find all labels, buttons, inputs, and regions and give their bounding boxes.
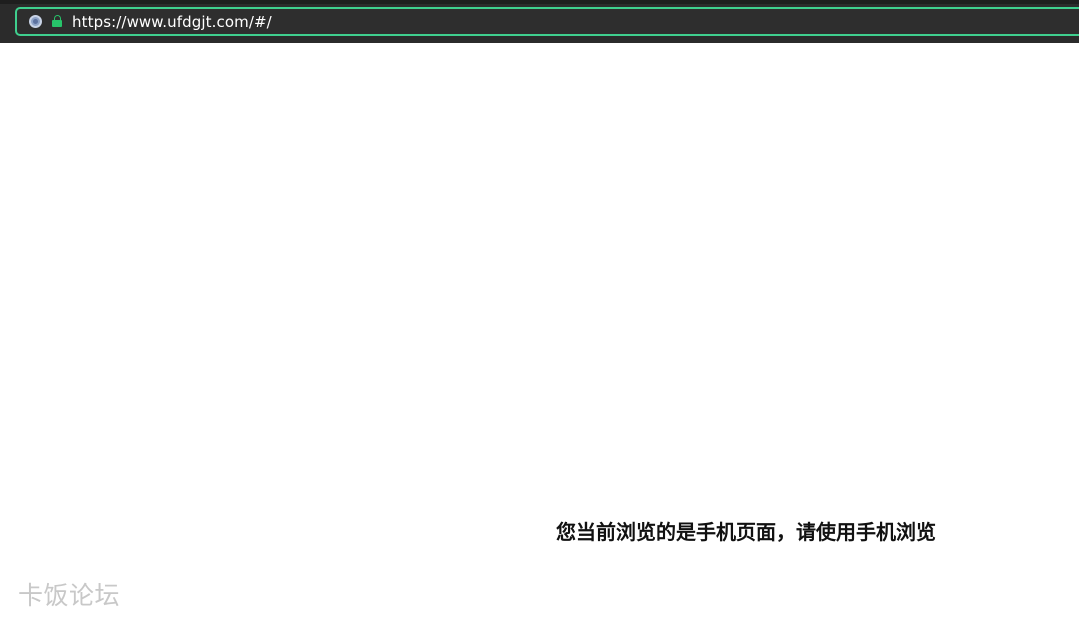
page-content: 您当前浏览的是手机页面，请使用手机浏览 卡饭论坛 (0, 43, 1079, 619)
forum-watermark: 卡饭论坛 (18, 581, 121, 610)
url-text[interactable]: https://www.ufdgjt.com/#/ (72, 12, 272, 32)
browser-toolbar: https://www.ufdgjt.com/#/ (0, 0, 1079, 43)
site-info-icon[interactable] (29, 15, 42, 28)
tab-strip (0, 0, 1079, 4)
address-bar[interactable]: https://www.ufdgjt.com/#/ (15, 7, 1079, 36)
mobile-only-notice: 您当前浏览的是手机页面，请使用手机浏览 (556, 520, 936, 544)
lock-icon[interactable] (52, 15, 62, 29)
